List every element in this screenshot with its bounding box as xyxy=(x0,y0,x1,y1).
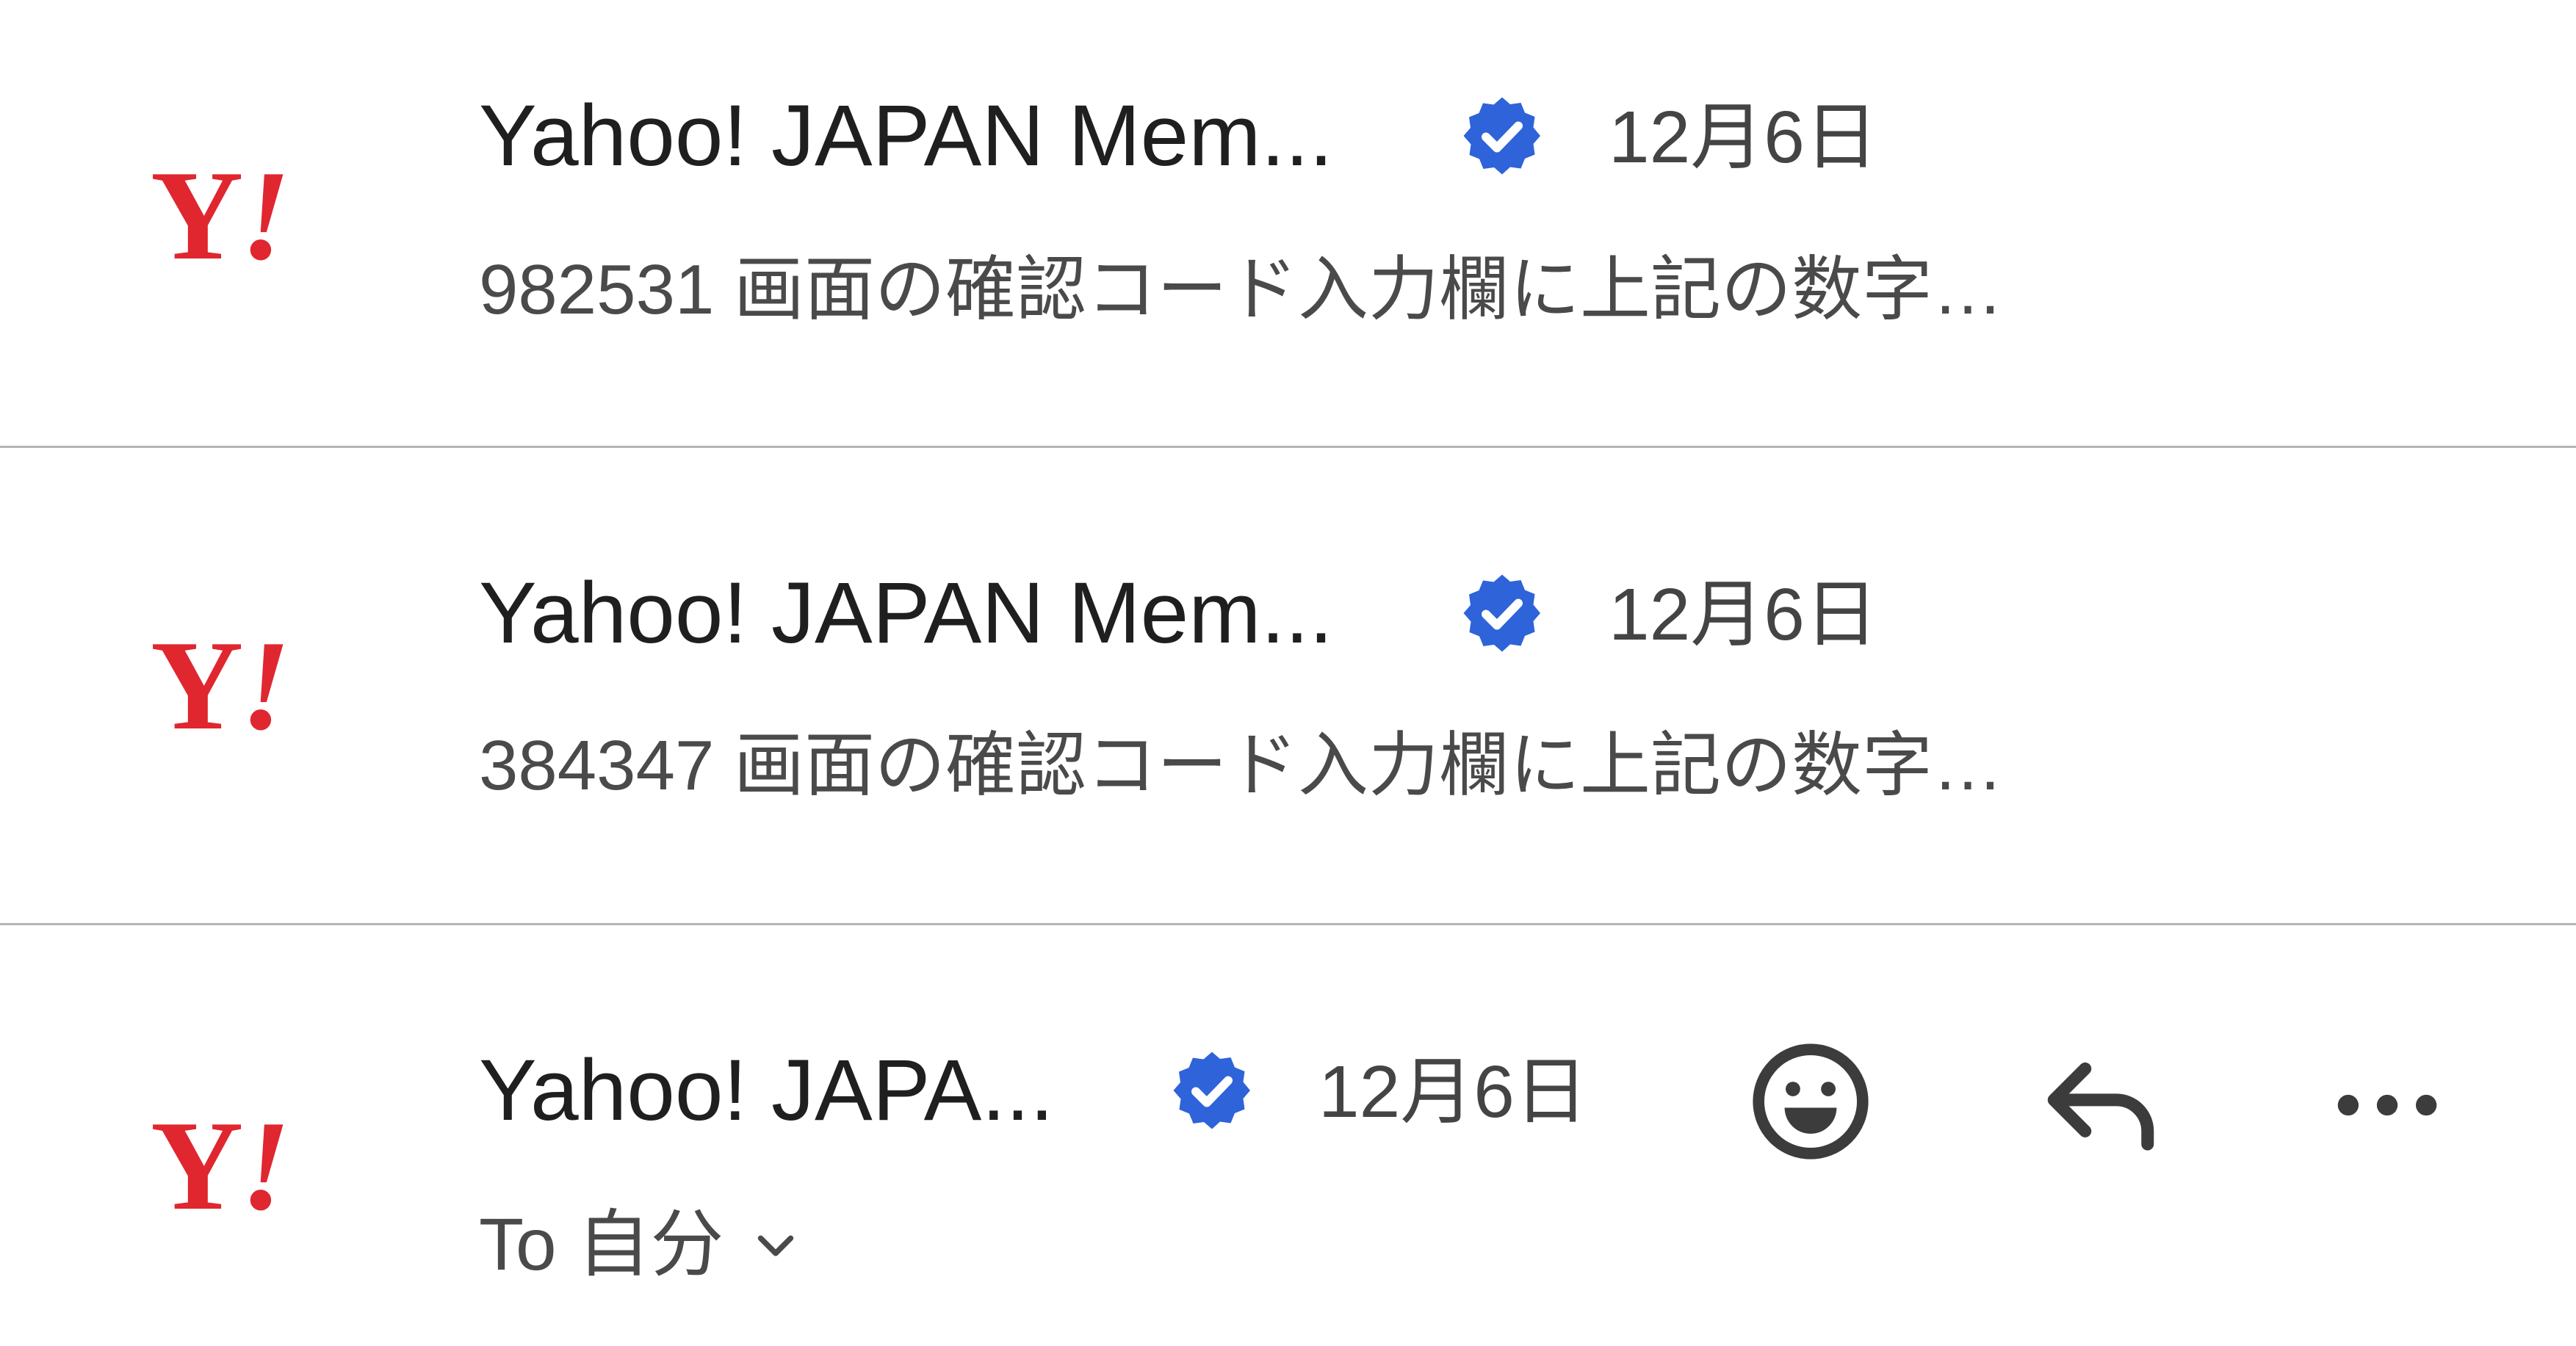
reply-icon xyxy=(2047,1062,2154,1151)
logo-exclamation: ! xyxy=(240,1094,290,1237)
verified-badge-icon xyxy=(1463,574,1540,652)
sender-avatar-yahoo-logo: Y! xyxy=(151,144,327,286)
sender-name[interactable]: Yahoo! JAPA... xyxy=(479,1039,1054,1142)
message-date: 12月6日 xyxy=(1609,96,1878,178)
message-date: 12月6日 xyxy=(1609,574,1878,656)
message-row[interactable]: Y! Yahoo! JAPAN Mem... 12月6日 384347 画面の確… xyxy=(0,448,2576,925)
verified-badge-icon xyxy=(1173,1052,1250,1129)
emoji-smile-icon xyxy=(1753,1043,1869,1159)
message-row[interactable]: Y! Yahoo! JAPAN Mem... 12月6日 982531 画面の確… xyxy=(0,0,2576,448)
recipient-details-toggle[interactable]: To 自分 xyxy=(479,1197,801,1292)
logo-exclamation: ! xyxy=(240,144,290,286)
sender-name: Yahoo! JAPAN Mem... xyxy=(479,87,1333,184)
logo-letter: Y xyxy=(151,144,243,286)
sender-avatar-yahoo-logo[interactable]: Y! xyxy=(151,1094,327,1237)
more-options-button[interactable] xyxy=(2321,1039,2453,1171)
message-snippet: 384347 画面の確認コード入力欄に上記の数字… xyxy=(479,726,2004,805)
message-date: 12月6日 xyxy=(1318,1051,1588,1133)
logo-exclamation: ! xyxy=(240,614,290,756)
more-horizontal-icon xyxy=(2337,1094,2437,1116)
sender-name: Yahoo! JAPAN Mem... xyxy=(479,565,1333,662)
logo-letter: Y xyxy=(151,614,243,756)
verified-badge-icon xyxy=(1463,97,1540,175)
add-reaction-button[interactable] xyxy=(1745,1035,1877,1168)
expanded-message-header: Y! Yahoo! JAPA... 12月6日 To 自分 xyxy=(0,925,2576,1346)
sender-avatar-yahoo-logo: Y! xyxy=(151,614,327,756)
logo-letter: Y xyxy=(151,1094,243,1237)
message-snippet: 982531 画面の確認コード入力欄に上記の数字… xyxy=(479,250,2004,329)
chevron-down-icon xyxy=(758,1235,794,1256)
reply-button[interactable] xyxy=(2035,1039,2167,1171)
recipient-line: To 自分 xyxy=(479,1204,724,1286)
